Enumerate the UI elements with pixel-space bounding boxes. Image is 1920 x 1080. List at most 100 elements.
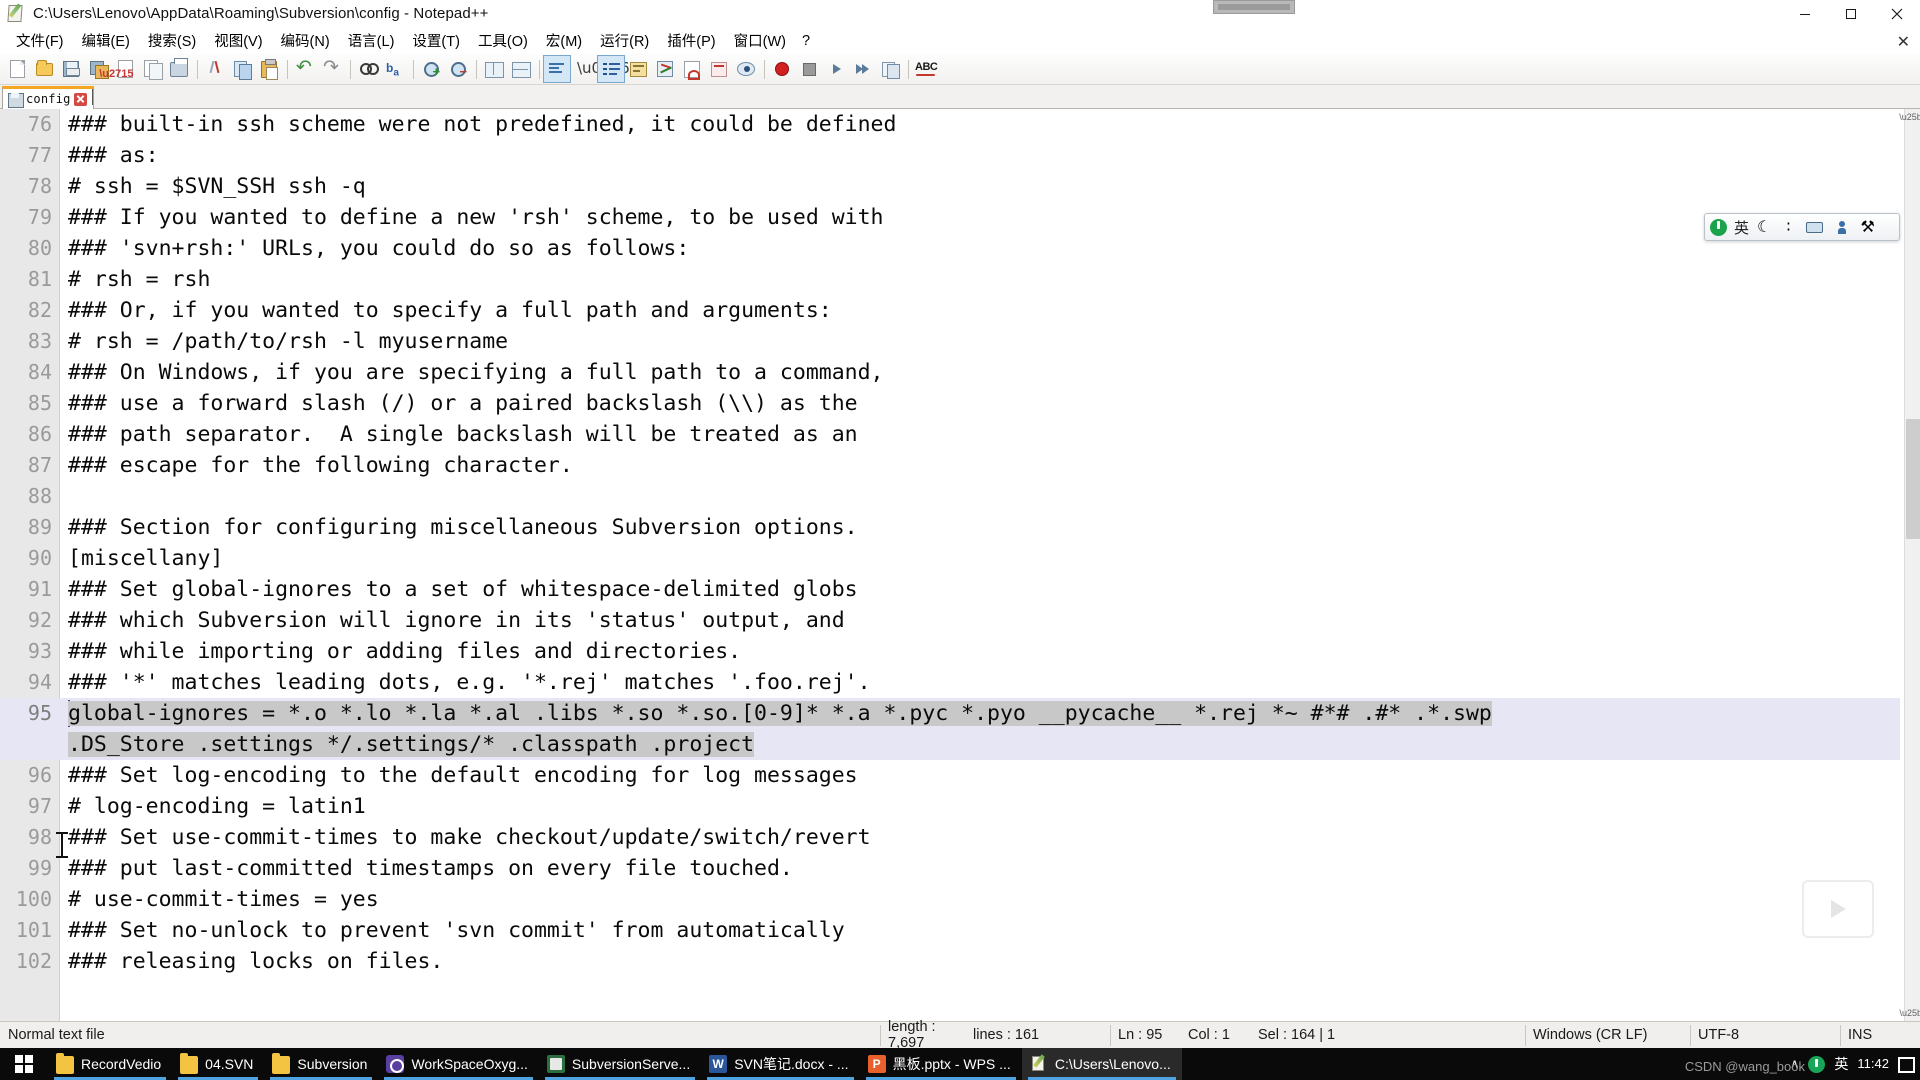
menu-encoding[interactable]: 编码(N) [272,28,339,54]
spell-check-icon[interactable]: ABC [913,56,939,82]
menu-tools[interactable]: 工具(O) [469,28,537,54]
show-indent-guide-icon[interactable] [597,55,625,83]
code-line[interactable]: 83 # rsh = /path/to/rsh -l myusername [0,326,1900,357]
tray-clock[interactable]: 11:42 [1857,1057,1889,1071]
play-macro-icon[interactable] [823,56,849,82]
code-line[interactable]: 96 ### Set log-encoding to the default en… [0,760,1900,791]
show-map-icon[interactable] [652,56,678,82]
function-list-icon[interactable] [706,56,732,82]
code-line[interactable]: 89 ### Section for configuring miscellane… [0,512,1900,543]
scroll-down-arrow[interactable]: \u25bc [1899,1005,1920,1021]
editor-area[interactable]: 76 ### built-in ssh scheme were not prede… [0,109,1920,1021]
tray-ime-label[interactable]: 英 [1834,1054,1848,1074]
code-line[interactable]: 102 ### releasing locks on files. [0,946,1900,977]
code-line[interactable]: 80 ### 'svn+rsh:' URLs, you could do so a… [0,233,1900,264]
scrollbar-thumb[interactable] [1906,419,1920,539]
taskbar-item-5[interactable]: W SVN笔记.docx - ... [701,1048,859,1080]
code-line[interactable]: 76 ### built-in ssh scheme were not prede… [0,109,1900,140]
run-macro-multiple-icon[interactable] [850,56,876,82]
menu-settings[interactable]: 设置(T) [403,28,469,54]
sync-horizontal-scroll-icon[interactable] [508,56,534,82]
close-button[interactable] [1874,0,1920,28]
ime-floating-bar[interactable]: 英 ☾ ∶ ⚒ [1704,213,1900,241]
code-line[interactable]: 93 ### while importing or adding files an… [0,636,1900,667]
menu-file[interactable]: 文件(F) [7,28,73,54]
open-file-icon[interactable] [31,56,57,82]
taskbar-item-4[interactable]: SubversionServe... [539,1048,701,1080]
close-file-icon[interactable]: \u2715 [99,56,138,82]
taskbar-item-1[interactable]: 04.SVN [172,1048,264,1080]
new-file-icon[interactable] [4,56,30,82]
document-map-icon[interactable] [679,56,705,82]
taskbar-item-3[interactable]: WorkSpaceOxyg... [378,1048,538,1080]
menu-window[interactable]: 窗口(W) [725,28,795,54]
show-whitespace-icon[interactable] [543,55,571,83]
menu-edit[interactable]: 编辑(E) [73,28,139,54]
scroll-up-arrow[interactable]: \u25b2 [1899,109,1920,125]
code-line[interactable]: 82 ### Or, if you wanted to specify a ful… [0,295,1900,326]
menu-run[interactable]: 运行(R) [591,28,658,54]
code-line[interactable]: 97 # log-encoding = latin1 [0,791,1900,822]
windows-start-icon[interactable] [0,1048,48,1080]
ime-tools-icon[interactable]: ⚒ [1861,217,1875,237]
menu-view[interactable]: 视图(V) [205,28,271,54]
code-line[interactable]: 94 ### '*' matches leading dots, e.g. '*.… [0,667,1900,698]
minimize-button[interactable] [1782,0,1828,28]
save-macro-icon[interactable] [877,56,903,82]
sogou-tray-icon[interactable] [1808,1055,1826,1073]
taskbar-item-2[interactable]: Subversion [264,1048,378,1080]
keyboard-icon[interactable] [1805,221,1823,233]
zoom-out-icon[interactable] [445,56,471,82]
undo-icon[interactable] [292,56,318,82]
code-line[interactable]: 86 ### path separator. A single backslash… [0,419,1900,450]
ime-punctuation-icon[interactable]: ∶ [1786,217,1790,237]
menu-language[interactable]: 语言(L) [339,28,404,54]
code-line[interactable]: 99 ### put last-committed timestamps on e… [0,853,1900,884]
close-document-icon[interactable]: ✕ [1897,32,1910,52]
code-line[interactable]: 81 # rsh = rsh [0,264,1900,295]
show-hidden-icons-icon[interactable]: ∧ [1790,1056,1800,1072]
code-line[interactable]: 78 # ssh = $SVN_SSH ssh -q [0,171,1900,202]
vertical-scrollbar[interactable]: \u25b2 \u25bc [1899,109,1920,1021]
start-record-icon[interactable] [769,56,795,82]
sync-vertical-scroll-icon[interactable] [481,56,507,82]
taskbar-item-0[interactable]: RecordVedio [48,1048,172,1080]
stop-record-icon[interactable] [796,56,822,82]
code-line-selected[interactable]: 95 global-ignores = *.o *.lo *.la *.al .l… [0,698,1900,760]
code-line[interactable]: 92 ### which Subversion will ignore in it… [0,605,1900,636]
taskbar-item-6[interactable]: P 黑板.pptx - WPS ... [860,1048,1022,1080]
menu-search[interactable]: 搜索(S) [139,28,205,54]
show-paragraph-icon[interactable]: \u00b6 [571,56,630,82]
print-icon[interactable] [166,56,192,82]
sogou-ime-icon[interactable] [1710,218,1727,236]
close-tab-icon[interactable] [73,92,87,106]
paste-icon[interactable] [256,56,282,82]
code-line[interactable]: 88 [0,481,1900,512]
code-line[interactable]: 84 ### On Windows, if you are specifying … [0,357,1900,388]
close-all-files-icon[interactable] [139,56,165,82]
menu-macro[interactable]: 宏(M) [537,28,591,54]
user-icon[interactable] [1837,220,1846,234]
ime-language-label[interactable]: 英 [1734,217,1749,238]
code-line[interactable]: 91 ### Set global-ignores to a set of whi… [0,574,1900,605]
menu-help[interactable]: ? [795,31,817,52]
word-wrap-icon[interactable] [625,56,651,82]
maximize-button[interactable] [1828,0,1874,28]
replace-icon[interactable]: ba [382,56,408,82]
code-line[interactable]: 90 [miscellany] [0,543,1900,574]
code-line[interactable]: 98 ### Set use-commit-times to make check… [0,822,1900,853]
taskbar-item-7[interactable]: C:\Users\Lenovo... [1021,1048,1182,1080]
zoom-in-icon[interactable] [418,56,444,82]
menu-plugins[interactable]: 插件(P) [658,28,724,54]
code-line[interactable]: 79 ### If you wanted to define a new 'rsh… [0,202,1900,233]
code-line[interactable]: 85 ### use a forward slash (/) or a paire… [0,388,1900,419]
notification-icon[interactable] [1898,1056,1915,1073]
code-line[interactable]: 87 ### escape for the following character… [0,450,1900,481]
tab-config[interactable]: config [2,86,94,109]
ime-moon-icon[interactable]: ☾ [1757,217,1771,237]
copy-icon[interactable] [229,56,255,82]
save-icon[interactable] [58,56,84,82]
preview-icon[interactable] [733,56,759,82]
redo-icon[interactable] [319,56,345,82]
code-line[interactable]: 101 ### Set no-unlock to prevent 'svn com… [0,915,1900,946]
